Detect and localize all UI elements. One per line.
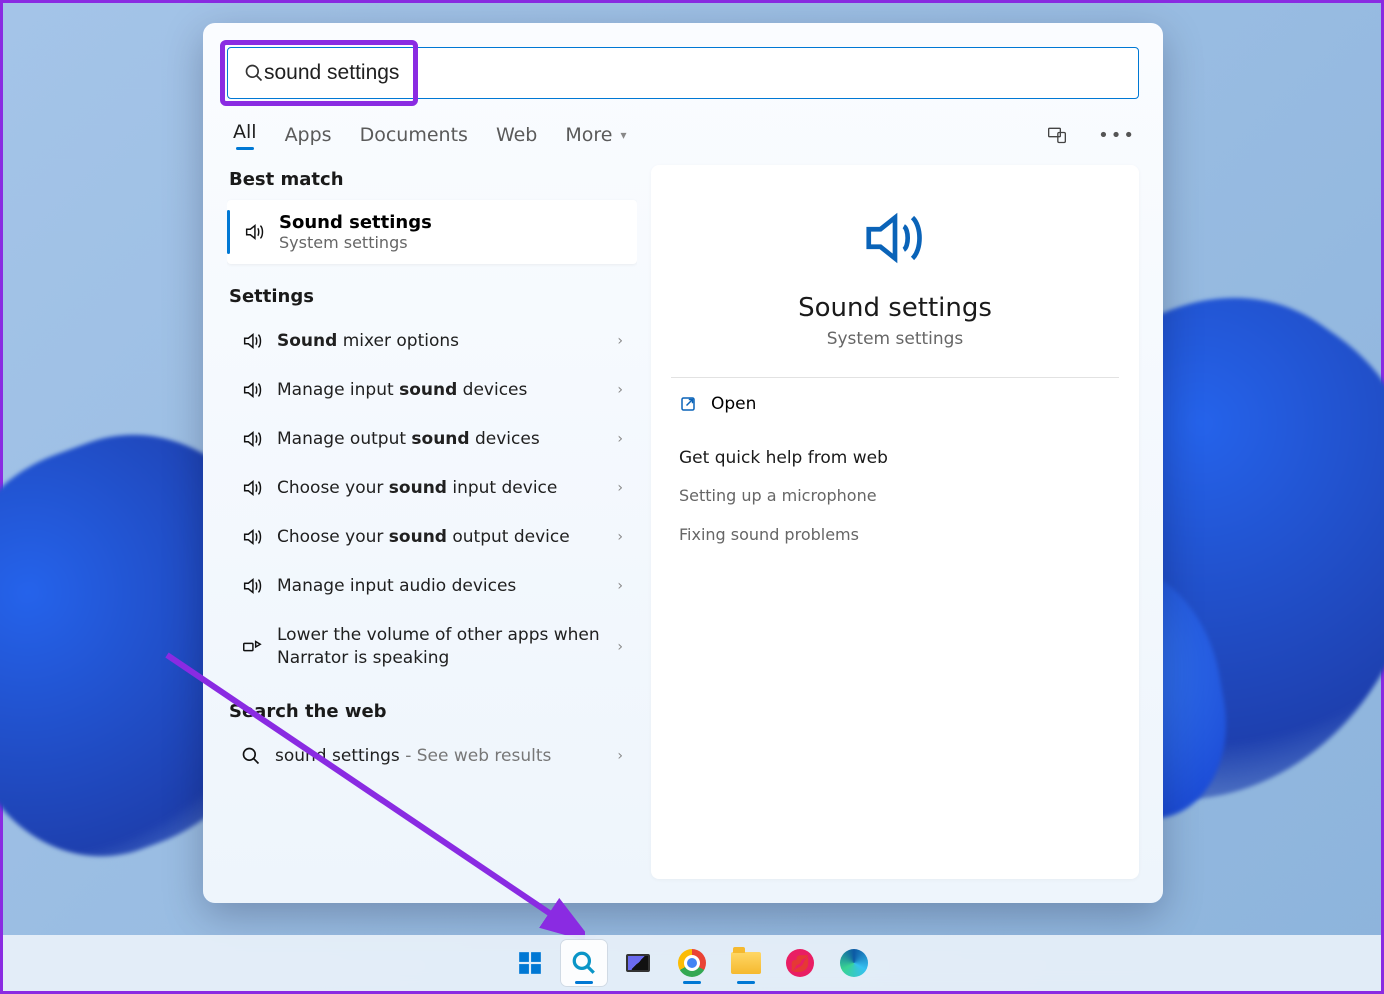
start-search-panel: All Apps Documents Web More ▾ ••• Best m… xyxy=(203,23,1163,903)
search-filters: All Apps Documents Web More ▾ ••• xyxy=(227,99,1139,165)
open-label: Open xyxy=(711,394,756,414)
tab-more[interactable]: More xyxy=(565,124,612,146)
result-label: Choose your sound input device xyxy=(277,477,603,500)
chevron-right-icon: › xyxy=(617,578,623,594)
quick-help-header: Get quick help from web xyxy=(671,430,1119,476)
tab-label: Web xyxy=(496,124,537,146)
search-across-devices-button[interactable] xyxy=(1041,119,1073,151)
preview-subtitle: System settings xyxy=(827,329,964,349)
settings-result[interactable]: Choose your sound output device › xyxy=(227,513,637,562)
web-result-label: sound settings - See web results xyxy=(275,745,603,768)
result-label: Manage input audio devices xyxy=(277,575,603,598)
sound-icon xyxy=(241,330,263,352)
result-label: Manage input sound devices xyxy=(277,379,603,402)
section-search-web: Search the web xyxy=(227,697,637,732)
section-best-match: Best match xyxy=(227,165,637,200)
taskbar-edge-button[interactable] xyxy=(831,940,877,986)
taskbar: 💋 xyxy=(3,935,1381,991)
result-label: Sound mixer options xyxy=(277,330,603,353)
chevron-right-icon: › xyxy=(617,431,623,447)
taskbar-start-button[interactable] xyxy=(507,940,553,986)
sound-icon xyxy=(243,221,265,243)
settings-result[interactable]: Sound mixer options › xyxy=(227,317,637,366)
best-match-title: Sound settings xyxy=(279,212,432,233)
tab-apps[interactable]: Apps xyxy=(285,124,332,146)
settings-result[interactable]: Manage input sound devices › xyxy=(227,366,637,415)
taskbar-search-button[interactable] xyxy=(561,940,607,986)
settings-result[interactable]: Lower the volume of other apps when Narr… xyxy=(227,611,637,683)
tab-label: Documents xyxy=(360,124,468,146)
chevron-right-icon: › xyxy=(617,333,623,349)
taskbar-chrome-button[interactable] xyxy=(669,940,715,986)
result-label: Choose your sound output device xyxy=(277,526,603,549)
search-input[interactable] xyxy=(264,61,1122,85)
help-link[interactable]: Fixing sound problems xyxy=(671,515,1119,554)
taskbar-explorer-button[interactable] xyxy=(723,940,769,986)
best-match-result[interactable]: Sound settings System settings xyxy=(227,200,637,264)
taskbar-taskview-button[interactable] xyxy=(615,940,661,986)
tab-label: All xyxy=(233,121,257,143)
settings-result[interactable]: Manage output sound devices › xyxy=(227,415,637,464)
lips-icon: 💋 xyxy=(786,949,814,977)
taskview-icon xyxy=(626,954,650,972)
search-box[interactable] xyxy=(227,47,1139,99)
more-options-button[interactable]: ••• xyxy=(1101,119,1133,151)
edge-icon xyxy=(840,949,868,977)
search-icon xyxy=(571,950,597,976)
chevron-right-icon: › xyxy=(617,382,623,398)
search-icon xyxy=(244,63,264,83)
sound-icon xyxy=(241,477,263,499)
web-search-result[interactable]: sound settings - See web results › xyxy=(227,732,637,781)
result-label: Lower the volume of other apps when Narr… xyxy=(277,624,603,670)
best-match-subtitle: System settings xyxy=(279,233,432,252)
chevron-down-icon: ▾ xyxy=(620,128,626,142)
chevron-right-icon: › xyxy=(617,639,623,655)
section-settings: Settings xyxy=(227,282,637,317)
tab-label: More xyxy=(565,124,612,146)
narrator-icon xyxy=(241,636,263,658)
tab-documents[interactable]: Documents xyxy=(360,124,468,146)
preview-pane: Sound settings System settings Open Get … xyxy=(651,165,1139,879)
ellipsis-icon: ••• xyxy=(1098,125,1136,146)
chrome-icon xyxy=(678,949,706,977)
folder-icon xyxy=(731,952,761,974)
sound-icon xyxy=(241,575,263,597)
preview-title: Sound settings xyxy=(798,293,992,323)
settings-result[interactable]: Choose your sound input device › xyxy=(227,464,637,513)
tab-label: Apps xyxy=(285,124,332,146)
result-label: Manage output sound devices xyxy=(277,428,603,451)
tab-all[interactable]: All xyxy=(233,121,257,150)
chevron-right-icon: › xyxy=(617,529,623,545)
sound-icon xyxy=(241,526,263,548)
tab-web[interactable]: Web xyxy=(496,124,537,146)
chevron-right-icon: › xyxy=(617,480,623,496)
help-link[interactable]: Setting up a microphone xyxy=(671,476,1119,515)
search-icon xyxy=(241,746,261,766)
sound-icon xyxy=(241,428,263,450)
open-button[interactable]: Open xyxy=(671,378,1119,430)
results-column: Best match Sound settings System setting… xyxy=(227,165,637,879)
sound-icon xyxy=(850,203,940,273)
devices-icon xyxy=(1047,125,1067,145)
open-icon xyxy=(679,395,697,413)
settings-result[interactable]: Manage input audio devices › xyxy=(227,562,637,611)
sound-icon xyxy=(241,379,263,401)
taskbar-app-button[interactable]: 💋 xyxy=(777,940,823,986)
chevron-right-icon: › xyxy=(617,748,623,764)
windows-icon xyxy=(517,950,543,976)
